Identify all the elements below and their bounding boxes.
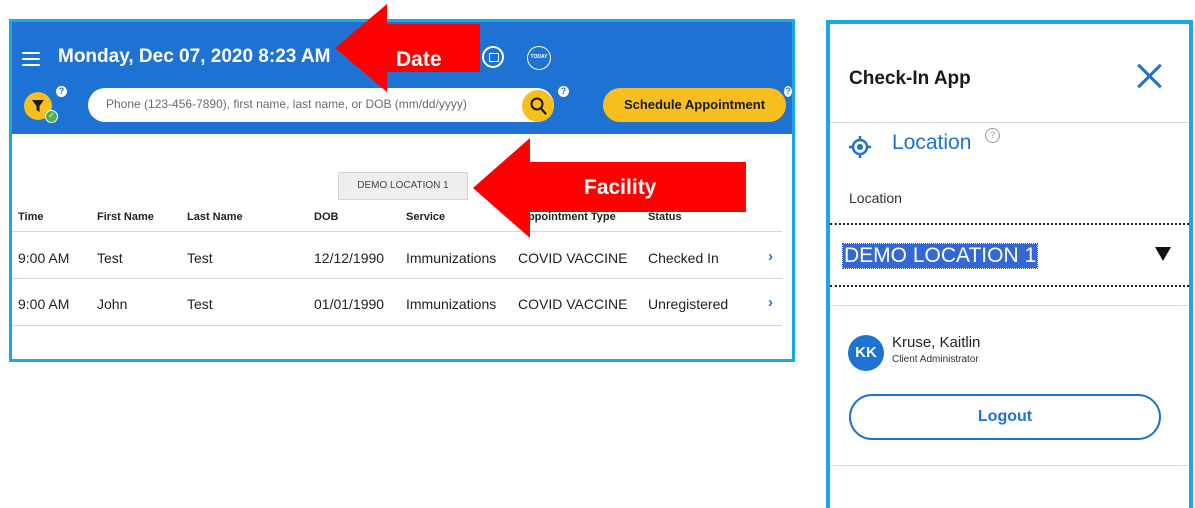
- filter-icon: [32, 100, 44, 112]
- cell-first-name: Test: [97, 250, 123, 266]
- cell-appointment-type: COVID VACCINE: [518, 296, 628, 312]
- avatar: KK: [848, 335, 884, 371]
- cell-status: Unregistered: [648, 296, 729, 312]
- cell-service: Immunizations: [406, 296, 497, 312]
- cell-last-name: Test: [187, 250, 213, 266]
- help-icon[interactable]: ?: [56, 86, 67, 97]
- drawer-title: Check-In App: [849, 68, 971, 89]
- today-icon[interactable]: TODAY: [527, 46, 551, 70]
- menu-icon[interactable]: [22, 52, 40, 66]
- help-icon[interactable]: ?: [985, 128, 1000, 143]
- cell-status: Checked In: [648, 250, 719, 266]
- chevron-right-icon[interactable]: ›: [768, 248, 773, 265]
- dropdown-caret-icon: [1155, 247, 1171, 261]
- header-datetime: Monday, Dec 07, 2020 8:23 AM: [58, 46, 331, 67]
- cell-last-name: Test: [187, 296, 213, 312]
- checkin-drawer: Check-In App Location ? Location DEMO LO…: [826, 20, 1193, 508]
- drawer-divider: [830, 305, 1189, 306]
- drawer-divider: [830, 122, 1189, 123]
- location-select-value: DEMO LOCATION 1: [841, 243, 1039, 269]
- search-input[interactable]: [104, 96, 508, 112]
- row-divider: [12, 325, 782, 326]
- location-target-icon: [849, 136, 871, 158]
- user-name: Kruse, Kaitlin: [892, 334, 981, 351]
- column-header-service: Service: [406, 211, 446, 223]
- logout-button[interactable]: Logout: [849, 394, 1161, 440]
- search-button[interactable]: [522, 90, 554, 122]
- column-header-time: Time: [18, 211, 44, 223]
- close-icon[interactable]: [1135, 62, 1163, 90]
- drawer-divider: [830, 465, 1189, 466]
- search-help-icon[interactable]: ?: [558, 86, 569, 97]
- facility-annotation-label: Facility: [584, 176, 657, 199]
- location-field-label: Location: [849, 190, 902, 206]
- column-header-last-name: Last Name: [187, 211, 243, 223]
- date-annotation-label: Date: [396, 48, 442, 71]
- check-icon: ✓: [45, 110, 58, 123]
- cell-first-name: John: [97, 296, 128, 312]
- search-icon: [530, 97, 547, 115]
- calendar-icon[interactable]: [482, 46, 504, 68]
- location-select[interactable]: DEMO LOCATION 1: [841, 231, 1174, 285]
- cell-appointment-type: COVID VACCINE: [518, 250, 628, 266]
- location-section-heading: Location: [892, 131, 972, 154]
- column-header-dob: DOB: [314, 211, 339, 223]
- cell-time: 9:00 AM: [18, 250, 70, 266]
- select-focus-outline-bottom: [830, 285, 1189, 287]
- row-divider: [12, 278, 782, 279]
- facility-chip: DEMO LOCATION 1: [338, 172, 468, 200]
- select-focus-outline-top: [830, 223, 1189, 225]
- search-box[interactable]: [88, 88, 554, 122]
- cell-service: Immunizations: [406, 250, 497, 266]
- chevron-right-icon[interactable]: ›: [768, 294, 773, 311]
- cell-dob: 01/01/1990: [314, 296, 385, 312]
- user-role: Client Administrator: [892, 354, 979, 365]
- column-header-first-name: First Name: [97, 211, 154, 223]
- cell-time: 9:00 AM: [18, 296, 70, 312]
- schedule-help-icon[interactable]: ?: [784, 86, 792, 97]
- schedule-appointment-button[interactable]: Schedule Appointment: [603, 88, 786, 122]
- cell-dob: 12/12/1990: [314, 250, 385, 266]
